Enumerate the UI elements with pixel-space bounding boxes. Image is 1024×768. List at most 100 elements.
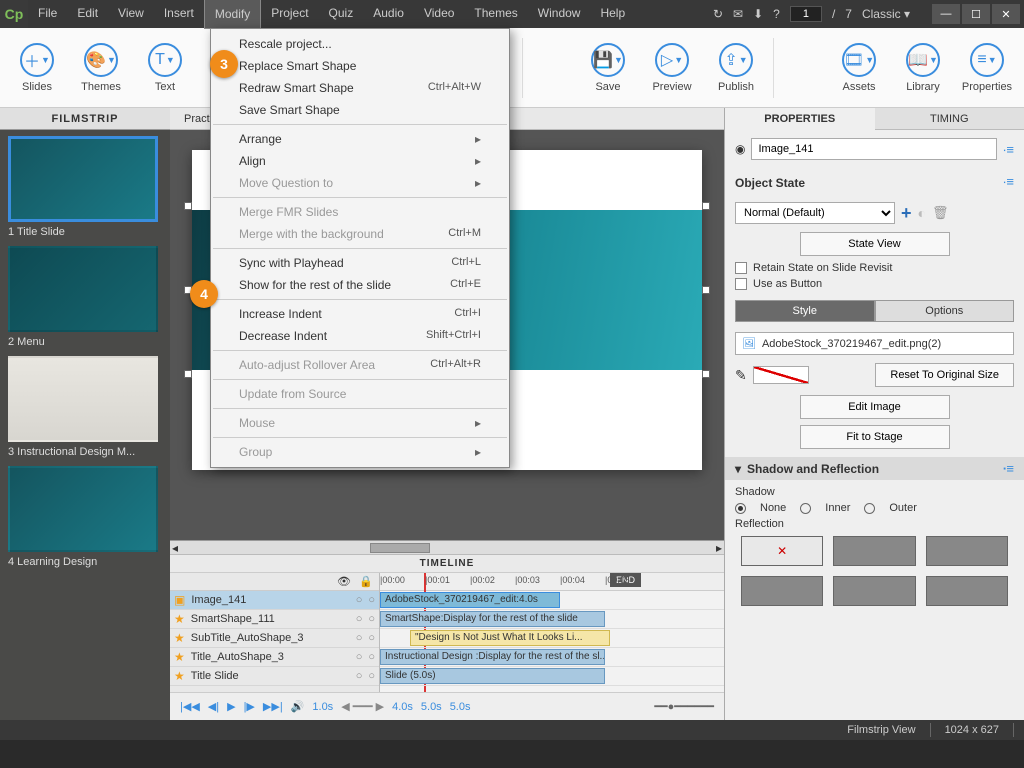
retain-state-checkbox[interactable]: Retain State on Slide Revisit xyxy=(735,262,1014,274)
menu-video[interactable]: Video xyxy=(414,0,464,29)
text-button[interactable]: T▼Text xyxy=(134,34,196,102)
menu-item-show-for-the-rest-of-the-slide[interactable]: Show for the rest of the slideCtrl+E xyxy=(211,274,509,296)
panel-menu-icon[interactable]: ∙≡ xyxy=(1003,142,1014,157)
delete-state-button[interactable]: 🗑 xyxy=(932,205,949,221)
reflection-preset[interactable] xyxy=(926,576,1008,606)
reflection-preset[interactable] xyxy=(741,576,823,606)
resize-handle[interactable] xyxy=(702,286,710,294)
resize-handle[interactable] xyxy=(184,202,192,210)
menu-edit[interactable]: Edit xyxy=(67,0,108,29)
state-view-button[interactable]: State View xyxy=(800,232,950,256)
mail-icon[interactable]: ✉ xyxy=(733,7,743,21)
download-icon[interactable]: ⬇ xyxy=(753,7,763,21)
properties-button[interactable]: ≡▼Properties xyxy=(956,34,1018,102)
menu-view[interactable]: View xyxy=(108,0,154,29)
sync-icon[interactable]: ↻ xyxy=(713,7,723,21)
menu-file[interactable]: File xyxy=(28,0,67,29)
shadow-inner-radio[interactable] xyxy=(800,503,811,514)
reflection-preset[interactable] xyxy=(926,536,1008,566)
menu-insert[interactable]: Insert xyxy=(154,0,204,29)
eyedropper-icon[interactable]: ✎ xyxy=(735,367,747,384)
slide-thumbnail[interactable]: 2 Menu xyxy=(8,246,162,348)
timeline-layer[interactable]: ★SmartShape_111○○ xyxy=(170,610,379,629)
play-button[interactable]: ▶ xyxy=(227,700,235,713)
slide-thumbnail[interactable]: 4 Learning Design xyxy=(8,466,162,568)
state-select[interactable]: Normal (Default) xyxy=(735,202,895,224)
menu-window[interactable]: Window xyxy=(528,0,591,29)
menu-audio[interactable]: Audio xyxy=(363,0,414,29)
reflection-none[interactable]: ✕ xyxy=(741,536,823,566)
visibility-toggle-icon[interactable]: ◉ xyxy=(735,142,745,156)
fit-to-stage-button[interactable]: Fit to Stage xyxy=(800,425,950,449)
maximize-button[interactable]: ☐ xyxy=(962,4,990,24)
timeline-layer[interactable]: ★SubTitle_AutoShape_3○○ xyxy=(170,629,379,648)
visibility-column-icon[interactable]: 👁 xyxy=(337,575,351,588)
help-icon[interactable]: ? xyxy=(773,7,780,21)
menu-item-save-smart-shape[interactable]: Save Smart Shape xyxy=(211,99,509,121)
timeline-clip[interactable]: SmartShape:Display for the rest of the s… xyxy=(380,611,605,627)
lock-column-icon[interactable]: 🔒 xyxy=(359,575,373,588)
timeline-clip[interactable]: Slide (5.0s) xyxy=(380,668,605,684)
reset-size-button[interactable]: Reset To Original Size xyxy=(875,363,1014,387)
timeline-clip[interactable]: Instructional Design :Display for the re… xyxy=(380,649,605,665)
timeline-layer[interactable]: ★Title Slide○○ xyxy=(170,667,379,686)
resize-handle[interactable] xyxy=(184,370,192,378)
edit-image-button[interactable]: Edit Image xyxy=(800,395,950,419)
rewind-start-button[interactable]: |◀◀ xyxy=(180,700,200,713)
timeline-clip[interactable]: "Design Is Not Just What It Looks Li... xyxy=(410,630,610,646)
shadow-reflection-accordion[interactable]: ▾ Shadow and Reflection ∙≡ xyxy=(725,457,1024,480)
menu-item-align[interactable]: Align▸ xyxy=(211,150,509,172)
horizontal-scrollbar[interactable]: ◂ ▸ xyxy=(170,541,724,555)
resize-handle[interactable] xyxy=(702,370,710,378)
image-source-field[interactable]: 🖼 AdobeStock_370219467_edit.png(2) xyxy=(735,332,1014,355)
shadow-outer-radio[interactable] xyxy=(864,503,875,514)
slides-button[interactable]: ＋▼Slides xyxy=(6,34,68,102)
tab-properties[interactable]: PROPERTIES xyxy=(725,108,875,130)
shadow-menu-icon[interactable]: ∙≡ xyxy=(1003,461,1014,476)
subtab-style[interactable]: Style xyxy=(735,300,875,322)
menu-item-increase-indent[interactable]: Increase IndentCtrl+I xyxy=(211,303,509,325)
themes-button[interactable]: 🎨▼Themes xyxy=(70,34,132,102)
step-back-button[interactable]: ◀| xyxy=(208,700,219,713)
page-current[interactable]: 1 xyxy=(790,6,822,22)
transparency-swatch[interactable] xyxy=(753,366,809,384)
tab-timing[interactable]: TIMING xyxy=(875,108,1024,130)
menu-help[interactable]: Help xyxy=(590,0,635,29)
library-button[interactable]: 📖▼Library xyxy=(892,34,954,102)
menu-item-decrease-indent[interactable]: Decrease IndentShift+Ctrl+I xyxy=(211,325,509,347)
minimize-button[interactable]: — xyxy=(932,4,960,24)
menu-project[interactable]: Project xyxy=(261,0,318,29)
state-menu-icon[interactable]: ∙≡ xyxy=(1003,174,1014,189)
reflection-preset[interactable] xyxy=(833,576,915,606)
save-button[interactable]: 💾▼Save xyxy=(577,34,639,102)
menu-item-rescale-project-[interactable]: Rescale project... xyxy=(211,33,509,55)
menu-themes[interactable]: Themes xyxy=(464,0,527,29)
object-name-input[interactable] xyxy=(751,138,996,160)
close-button[interactable]: ✕ xyxy=(992,4,1020,24)
menu-item-redraw-smart-shape[interactable]: Redraw Smart ShapeCtrl+Alt+W xyxy=(211,77,509,99)
slide-thumbnail[interactable]: 3 Instructional Design M... xyxy=(8,356,162,458)
subtab-options[interactable]: Options xyxy=(875,300,1015,322)
use-as-button-checkbox[interactable]: Use as Button xyxy=(735,278,1014,290)
menu-item-sync-with-playhead[interactable]: Sync with PlayheadCtrl+L xyxy=(211,252,509,274)
menu-quiz[interactable]: Quiz xyxy=(319,0,364,29)
slide-thumbnail[interactable]: 1 Title Slide xyxy=(8,136,162,238)
menu-modify[interactable]: Modify xyxy=(204,0,261,29)
assets-button[interactable]: 🎞▼Assets xyxy=(828,34,890,102)
mute-button[interactable]: 🔊 xyxy=(291,700,305,713)
preview-button[interactable]: ▷▼Preview xyxy=(641,34,703,102)
publish-button[interactable]: ⇪▼Publish xyxy=(705,34,767,102)
resize-handle[interactable] xyxy=(702,202,710,210)
step-forward-button[interactable]: |▶ xyxy=(244,700,255,713)
workspace-switcher[interactable]: Classic ▾ xyxy=(862,7,910,21)
timeline-clip[interactable]: AdobeStock_370219467_edit:4.0s xyxy=(380,592,560,608)
callout-3: 3 xyxy=(210,50,238,78)
shadow-none-radio[interactable] xyxy=(735,503,746,514)
add-state-button[interactable]: + xyxy=(901,203,912,224)
menu-item-arrange[interactable]: Arrange▸ xyxy=(211,128,509,150)
menu-item-replace-smart-shape[interactable]: Replace Smart Shape xyxy=(211,55,509,77)
forward-end-button[interactable]: ▶▶| xyxy=(263,700,283,713)
timeline-layer[interactable]: ★Title_AutoShape_3○○ xyxy=(170,648,379,667)
timeline-layer[interactable]: ▣Image_141○○ xyxy=(170,591,379,610)
reflection-preset[interactable] xyxy=(833,536,915,566)
